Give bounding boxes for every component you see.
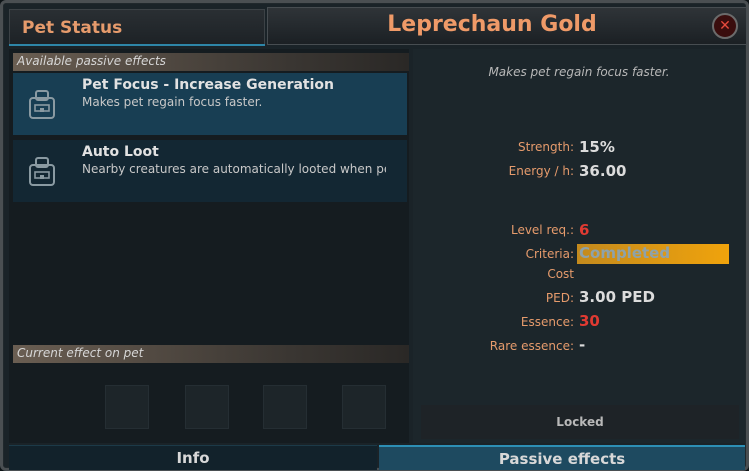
pet-status-header: Pet Status [9,9,265,45]
effect-name: Auto Loot [82,144,159,160]
header-accent-line [9,44,265,46]
essence-label: Essence: [520,315,574,329]
energy-label: Energy / h: [508,164,574,178]
strength-label: Strength: [518,140,574,154]
effect-slot[interactable] [342,385,386,429]
ped-label: PED: [545,291,574,305]
effect-slot[interactable] [105,385,149,429]
effect-detail-description: Makes pet regain focus faster. [488,65,670,79]
energy-value: 36.00 [579,162,627,180]
cost-label: Cost [547,267,574,281]
pet-slot-icon [29,157,55,186]
pet-status-title: Pet Status [22,18,123,38]
pet-slot-icon [29,90,55,119]
effect-description: Nearby creatures are automatically loote… [82,162,386,176]
level-req-value: 6 [579,221,590,239]
pet-status-window: Pet Status Leprechaun Gold ✕ Available p… [0,0,749,471]
level-req-label: Level req.: [510,223,574,237]
tab-passive-effects[interactable]: Passive effects [379,445,745,470]
strength-value: 15% [579,138,615,156]
effect-details-panel: Makes pet regain focus faster. Strength:… [413,49,745,443]
criteria-value: Completed [579,244,671,262]
effect-slot[interactable] [263,385,307,429]
close-button[interactable]: ✕ [712,13,738,39]
tab-info[interactable]: Info [9,445,377,470]
essence-value: 30 [579,312,600,330]
effects-list-panel: Available passive effects Pet Focus - In… [9,49,409,443]
available-effects-header: Available passive effects [13,53,409,71]
effect-description: Makes pet regain focus faster. [82,95,263,109]
ped-value: 3.00 PED [579,288,655,306]
current-effect-header: Current effect on pet [13,345,409,363]
pet-name-title: Leprechaun Gold [387,12,597,37]
effect-item-auto-loot[interactable]: Auto Loot Nearby creatures are automatic… [13,140,407,202]
close-icon: ✕ [719,18,731,34]
criteria-status-bar: Completed [577,244,729,264]
criteria-label: Criteria: [525,247,574,261]
pet-name-header: Leprechaun Gold ✕ [267,7,747,45]
effect-name: Pet Focus - Increase Generation [82,77,334,93]
effect-item-pet-focus[interactable]: Pet Focus - Increase Generation Makes pe… [13,73,407,135]
rare-essence-value: - [579,336,586,354]
effect-slot[interactable] [185,385,229,429]
locked-button[interactable]: Locked [421,405,739,439]
rare-essence-label: Rare essence: [489,339,574,353]
